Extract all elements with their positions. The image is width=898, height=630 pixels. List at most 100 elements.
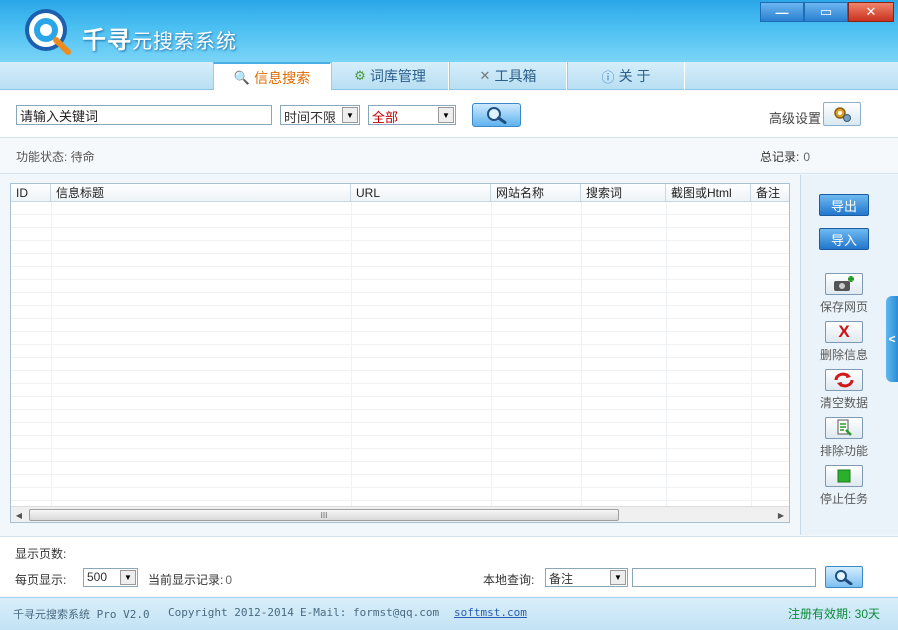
magnifier-icon: [835, 570, 853, 585]
tab-about[interactable]: ⓘ 关 于: [567, 62, 685, 90]
tab-bar: 🔍 信息搜索 ⚙ 词库管理 ✕ 工具箱 ⓘ 关 于: [0, 62, 898, 91]
horizontal-scrollbar[interactable]: ◀ III ▶: [11, 506, 789, 522]
local-query-input[interactable]: [632, 568, 816, 587]
table-header: ID 信息标题 URL 网站名称 搜索词 截图或Html 备注: [11, 184, 789, 202]
delete-info-label: 删除信息: [819, 348, 868, 362]
footer: 千寻元搜索系统 Pro V2.0 Copyright 2012-2014 E-M…: [0, 597, 898, 630]
total-records-value: 0: [803, 150, 811, 164]
camera-add-icon: [834, 276, 854, 291]
column-header-search-term[interactable]: 搜索词: [581, 184, 666, 202]
clear-data-button[interactable]: [825, 369, 863, 391]
footer-product: 千寻元搜索系统 Pro V2.0: [13, 608, 150, 621]
column-divider: [666, 202, 667, 507]
tab-toolbox[interactable]: ✕ 工具箱: [449, 62, 567, 90]
scope-filter-select[interactable]: 全部 ▼: [368, 105, 456, 125]
local-query-field-value: 备注: [549, 572, 574, 586]
registration-validity: 注册有效期: 30天: [788, 607, 881, 621]
column-header-url[interactable]: URL: [351, 184, 491, 202]
app-title-main: 千寻: [82, 27, 132, 54]
current-records-label: 当前显示记录:: [148, 573, 224, 587]
column-header-title[interactable]: 信息标题: [51, 184, 351, 202]
tab-info-search[interactable]: 🔍 信息搜索: [213, 62, 331, 91]
info-icon: ⓘ: [601, 69, 615, 85]
clear-data-action[interactable]: 清空数据: [809, 369, 879, 411]
exclude-function-button[interactable]: [825, 417, 863, 439]
tab-label: 关 于: [618, 68, 651, 84]
save-page-button[interactable]: [825, 273, 863, 295]
tab-dictionary[interactable]: ⚙ 词库管理: [331, 62, 449, 90]
per-page-label: 每页显示:: [15, 573, 67, 587]
time-filter-select[interactable]: 时间不限 ▼: [280, 105, 360, 125]
scroll-right-icon[interactable]: ▶: [775, 509, 787, 521]
column-header-id[interactable]: ID: [11, 184, 51, 202]
stop-task-label: 停止任务: [819, 492, 868, 506]
tab-label: 工具箱: [494, 68, 537, 84]
search-button[interactable]: [472, 103, 521, 127]
advanced-settings-label: 高级设置: [769, 111, 822, 126]
delete-x-icon: X: [838, 322, 850, 341]
minimize-button[interactable]: —: [760, 2, 804, 22]
exclude-function-action[interactable]: 排除功能: [809, 417, 879, 459]
import-button[interactable]: 导入: [819, 228, 869, 250]
collapse-panel-handle[interactable]: <: [886, 296, 898, 382]
scroll-left-icon[interactable]: ◀: [13, 509, 25, 521]
current-records: 当前显示记录: 0: [148, 571, 232, 588]
column-divider: [581, 202, 582, 507]
close-button[interactable]: ✕: [848, 2, 894, 22]
total-records: 总记录: 0: [760, 148, 810, 165]
function-status: 功能状态: 待命: [16, 150, 95, 164]
gears-icon: [834, 107, 851, 122]
table-body[interactable]: [11, 202, 789, 507]
stop-task-action[interactable]: 停止任务: [809, 465, 879, 507]
chevron-left-icon: <: [888, 332, 896, 346]
app-logo-icon: [25, 9, 71, 55]
side-action-panel: 导出 导入 保存网页 X 删除信息 清空数据 排除功能 停止任务: [800, 175, 898, 535]
refresh-icon: [834, 372, 854, 388]
column-divider: [51, 202, 52, 507]
document-filter-icon: [837, 419, 852, 436]
delete-info-button[interactable]: X: [825, 321, 863, 343]
scrollbar-thumb[interactable]: III: [29, 509, 619, 521]
chevron-down-icon[interactable]: ▼: [120, 570, 136, 585]
chevron-down-icon[interactable]: ▼: [610, 570, 626, 585]
footer-email: E-Mail: formst@qq.com: [300, 606, 440, 619]
local-search-button[interactable]: [825, 566, 863, 588]
per-page-value: 500: [87, 570, 108, 584]
clear-data-label: 清空数据: [819, 396, 868, 410]
keyword-input[interactable]: [16, 105, 272, 125]
advanced-settings-button[interactable]: [823, 102, 861, 126]
maximize-button[interactable]: ▭: [804, 2, 848, 22]
footer-copyright: Copyright 2012-2014: [168, 606, 294, 619]
column-divider: [351, 202, 352, 507]
total-records-label: 总记录:: [760, 150, 800, 164]
chevron-down-icon[interactable]: ▼: [342, 107, 358, 123]
exclude-function-label: 排除功能: [819, 444, 868, 458]
column-divider: [491, 202, 492, 507]
current-records-value: 0: [225, 573, 233, 587]
local-query-field-select[interactable]: 备注 ▼: [545, 568, 628, 587]
app-title: 千寻元搜索系统: [82, 20, 237, 55]
dictionary-icon: ⚙: [354, 68, 366, 83]
delete-info-action[interactable]: X 删除信息: [809, 321, 879, 363]
results-table[interactable]: ID 信息标题 URL 网站名称 搜索词 截图或Html 备注 ◀ III ▶: [10, 183, 790, 523]
pagination-bar: 显示页数: 每页显示: 500 ▼ 当前显示记录: 0 本地查询: 备注 ▼: [0, 536, 898, 596]
column-header-site-name[interactable]: 网站名称: [491, 184, 581, 202]
export-button[interactable]: 导出: [819, 194, 869, 216]
per-page-select[interactable]: 500 ▼: [83, 568, 138, 587]
title-bar: 千寻元搜索系统 — ▭ ✕: [0, 0, 898, 62]
magnifier-icon: [486, 107, 506, 124]
stop-task-button[interactable]: [825, 465, 863, 487]
tab-label: 信息搜索: [254, 69, 311, 86]
column-header-notes[interactable]: 备注: [751, 184, 789, 202]
time-filter-value: 时间不限: [284, 110, 337, 125]
column-divider: [751, 202, 752, 507]
footer-website-link[interactable]: softmst.com: [454, 606, 527, 619]
app-title-rest: 元搜索系统: [132, 31, 237, 53]
search-bar: 时间不限 ▼ 全部 ▼ 高级设置: [0, 90, 898, 138]
pages-label: 显示页数:: [15, 547, 67, 561]
save-page-action[interactable]: 保存网页: [809, 273, 879, 315]
column-header-screenshot[interactable]: 截图或Html: [666, 184, 751, 202]
status-line: 功能状态: 待命 总记录: 0: [0, 138, 898, 174]
tab-label: 词库管理: [369, 68, 426, 84]
chevron-down-icon[interactable]: ▼: [438, 107, 454, 123]
